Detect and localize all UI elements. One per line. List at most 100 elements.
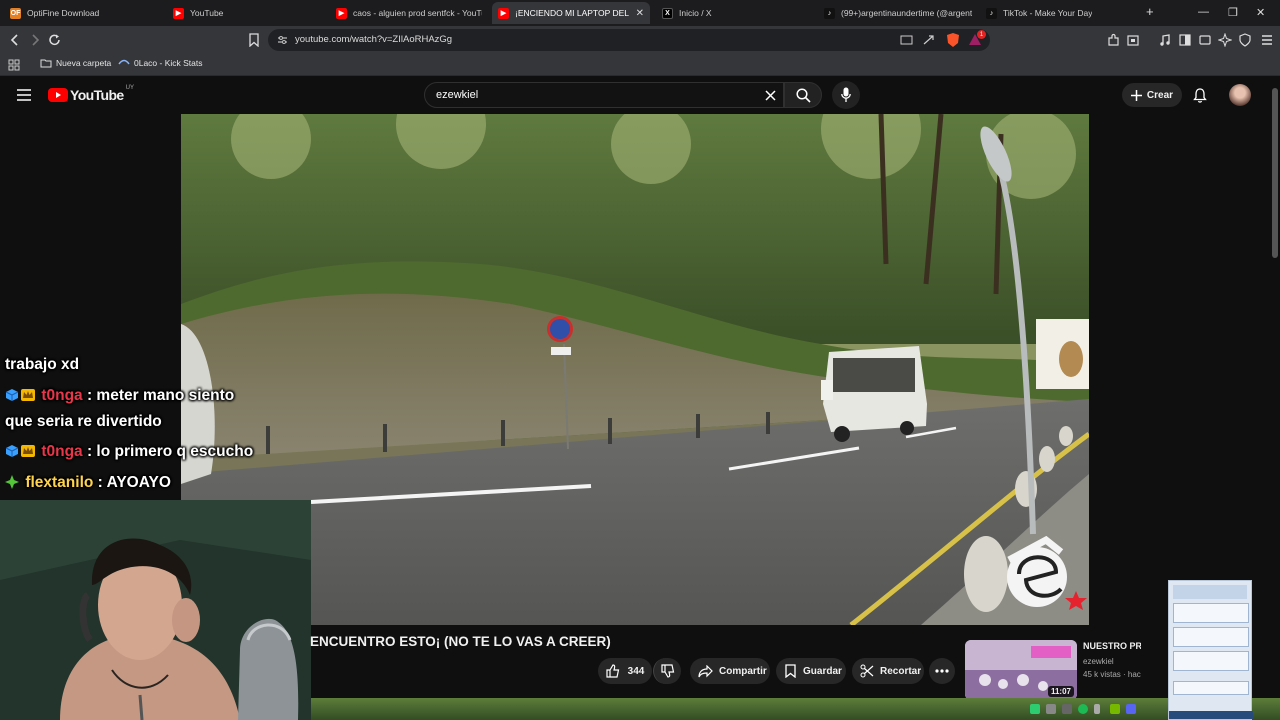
url-text: youtube.com/watch?v=ZIlAoRHAzGg [295, 34, 453, 45]
recommended-meta: 45 k vistas · hac [1083, 670, 1141, 679]
discord-icon[interactable] [1126, 704, 1136, 714]
youtube-logo[interactable]: YouTube UY [48, 85, 134, 103]
new-tab-icon[interactable]: + [1146, 4, 1154, 19]
thumbs-up-icon [606, 664, 619, 678]
logo-text: YouTube [70, 87, 124, 103]
search-input[interactable]: ezewkiel [424, 82, 784, 108]
tab-tiktok[interactable]: ♪ TikTok - Make Your Day [980, 2, 1138, 24]
forward-icon[interactable] [28, 33, 42, 47]
share-arrow-icon [698, 664, 713, 677]
leo-ai-icon[interactable] [1218, 33, 1232, 47]
close-tab-icon[interactable]: ✕ [630, 8, 644, 19]
folder-icon [40, 59, 52, 68]
search-value: ezewkiel [436, 89, 479, 101]
tab-x[interactable]: X Inicio / X [656, 2, 814, 24]
crown-badge-icon [21, 445, 35, 457]
recommended-thumbnail[interactable]: 11:07 [965, 640, 1077, 700]
bookmark-kick-stats[interactable]: 0Laco - Kick Stats [118, 58, 203, 68]
bookmarks-bar: Nueva carpeta 0Laco - Kick Stats [0, 54, 1280, 76]
sidebar-icon[interactable] [1178, 33, 1192, 47]
youtube-header: YouTube UY ezewkiel Crear [0, 76, 1280, 114]
notifications-bell-icon[interactable] [1193, 88, 1207, 103]
chat-message: trabajo xd [5, 352, 79, 378]
tab-active-video[interactable]: ▶ ¡ENCIENDO MI LAPTOP DEL GO ✕ [492, 2, 650, 24]
search-button[interactable] [784, 82, 822, 108]
tray-icon[interactable] [1062, 704, 1072, 714]
menu-icon[interactable] [1260, 33, 1274, 47]
x-icon: X [662, 7, 673, 19]
webcam-feed [0, 500, 311, 720]
create-button[interactable]: Crear [1122, 83, 1182, 107]
like-button[interactable]: 344 [598, 658, 652, 684]
optifine-icon: OF [10, 7, 21, 19]
close-window-icon[interactable]: ✕ [1256, 6, 1265, 19]
tray-icon[interactable] [1046, 704, 1056, 714]
chat-username[interactable]: t0nga [41, 387, 82, 404]
browser-toolbar: youtube.com/watch?v=ZIlAoRHAzGg 1 [0, 26, 1280, 54]
extensions-icon[interactable] [1106, 33, 1120, 47]
notification-badge: 1 [977, 30, 986, 39]
more-actions-button[interactable] [929, 658, 955, 684]
tab-title: (99+)argentinaundertime (@argentin [841, 8, 972, 18]
voice-search-button[interactable] [832, 81, 860, 109]
site-settings-icon[interactable] [277, 35, 288, 45]
country-code: UY [125, 85, 134, 91]
tab-optifine[interactable]: OF OptiFine Download [4, 2, 164, 24]
chat-text: trabajo xd [5, 356, 80, 373]
spotify-icon[interactable] [1078, 704, 1088, 714]
save-button[interactable]: Guardar [776, 658, 846, 684]
bookmark-icon[interactable] [248, 33, 260, 47]
tab-youtube[interactable]: ▶ YouTube [167, 2, 327, 24]
mini-app-tabs [1169, 711, 1253, 719]
tab-tiktok-profile[interactable]: ♪ (99+)argentinaundertime (@argentin [818, 2, 978, 24]
music-icon[interactable] [1158, 33, 1172, 47]
tab-title: Inicio / X [679, 8, 712, 18]
chat-username[interactable]: flextanilo [25, 474, 93, 491]
chat-username[interactable]: t0nga [41, 443, 82, 460]
share-icon[interactable] [922, 34, 935, 46]
recommended-info[interactable]: NUESTRO PRI ezewkiel 45 k vistas · hac [1083, 641, 1141, 679]
page-scrollbar[interactable] [1272, 88, 1278, 258]
save-bookmark-icon [785, 664, 796, 678]
hamburger-menu-icon[interactable] [17, 89, 31, 101]
wallet-icon[interactable] [1198, 33, 1212, 47]
tiktok-icon: ♪ [986, 7, 997, 19]
nvidia-icon[interactable] [1110, 704, 1120, 714]
tab-title: TikTok - Make Your Day [1003, 8, 1093, 18]
wallet-icon[interactable] [1126, 33, 1140, 47]
address-bar[interactable]: youtube.com/watch?v=ZIlAoRHAzGg 1 [268, 29, 990, 51]
chat-message-continued: que seria re divertido [5, 409, 162, 435]
microphone-icon [841, 87, 851, 102]
brave-shields-icon[interactable] [946, 32, 960, 48]
tab-title: caos - alguien prod sentfck - YouTub [353, 8, 482, 18]
clip-button[interactable]: Recortar [852, 658, 924, 684]
video-player[interactable] [181, 114, 1089, 625]
vpn-shield-icon[interactable] [1238, 33, 1252, 47]
bookmark-folder[interactable]: Nueva carpeta [40, 58, 111, 68]
cast-icon[interactable] [900, 34, 913, 46]
clear-search-icon[interactable] [765, 90, 776, 101]
mini-app-row [1173, 651, 1249, 671]
chat-text: : AYOAYO [97, 474, 171, 491]
back-icon[interactable] [8, 33, 22, 47]
youtube-icon: ▶ [173, 7, 184, 19]
reload-icon[interactable] [48, 33, 62, 47]
tray-icon[interactable] [1030, 704, 1040, 714]
mini-app-overlay [1168, 580, 1253, 720]
tab-caos[interactable]: ▶ caos - alguien prod sentfck - YouTub [330, 2, 488, 24]
search-icon [796, 88, 811, 103]
avatar[interactable] [1229, 84, 1251, 106]
share-label: Compartir [719, 665, 767, 677]
clip-label: Recortar [880, 665, 922, 677]
apps-grid-icon[interactable] [8, 59, 20, 71]
mini-app-row [1173, 681, 1249, 695]
sparkle-badge-icon [5, 475, 19, 489]
tray-icon[interactable] [1094, 704, 1100, 714]
restore-icon[interactable]: ❐ [1228, 6, 1238, 19]
minimize-icon[interactable]: — [1198, 6, 1209, 18]
kick-stats-icon [118, 59, 130, 65]
chat-message: t0nga : lo primero q escucho [5, 439, 253, 465]
share-button[interactable]: Compartir [690, 658, 770, 684]
scissors-icon [860, 664, 874, 678]
dislike-button[interactable] [653, 658, 681, 684]
